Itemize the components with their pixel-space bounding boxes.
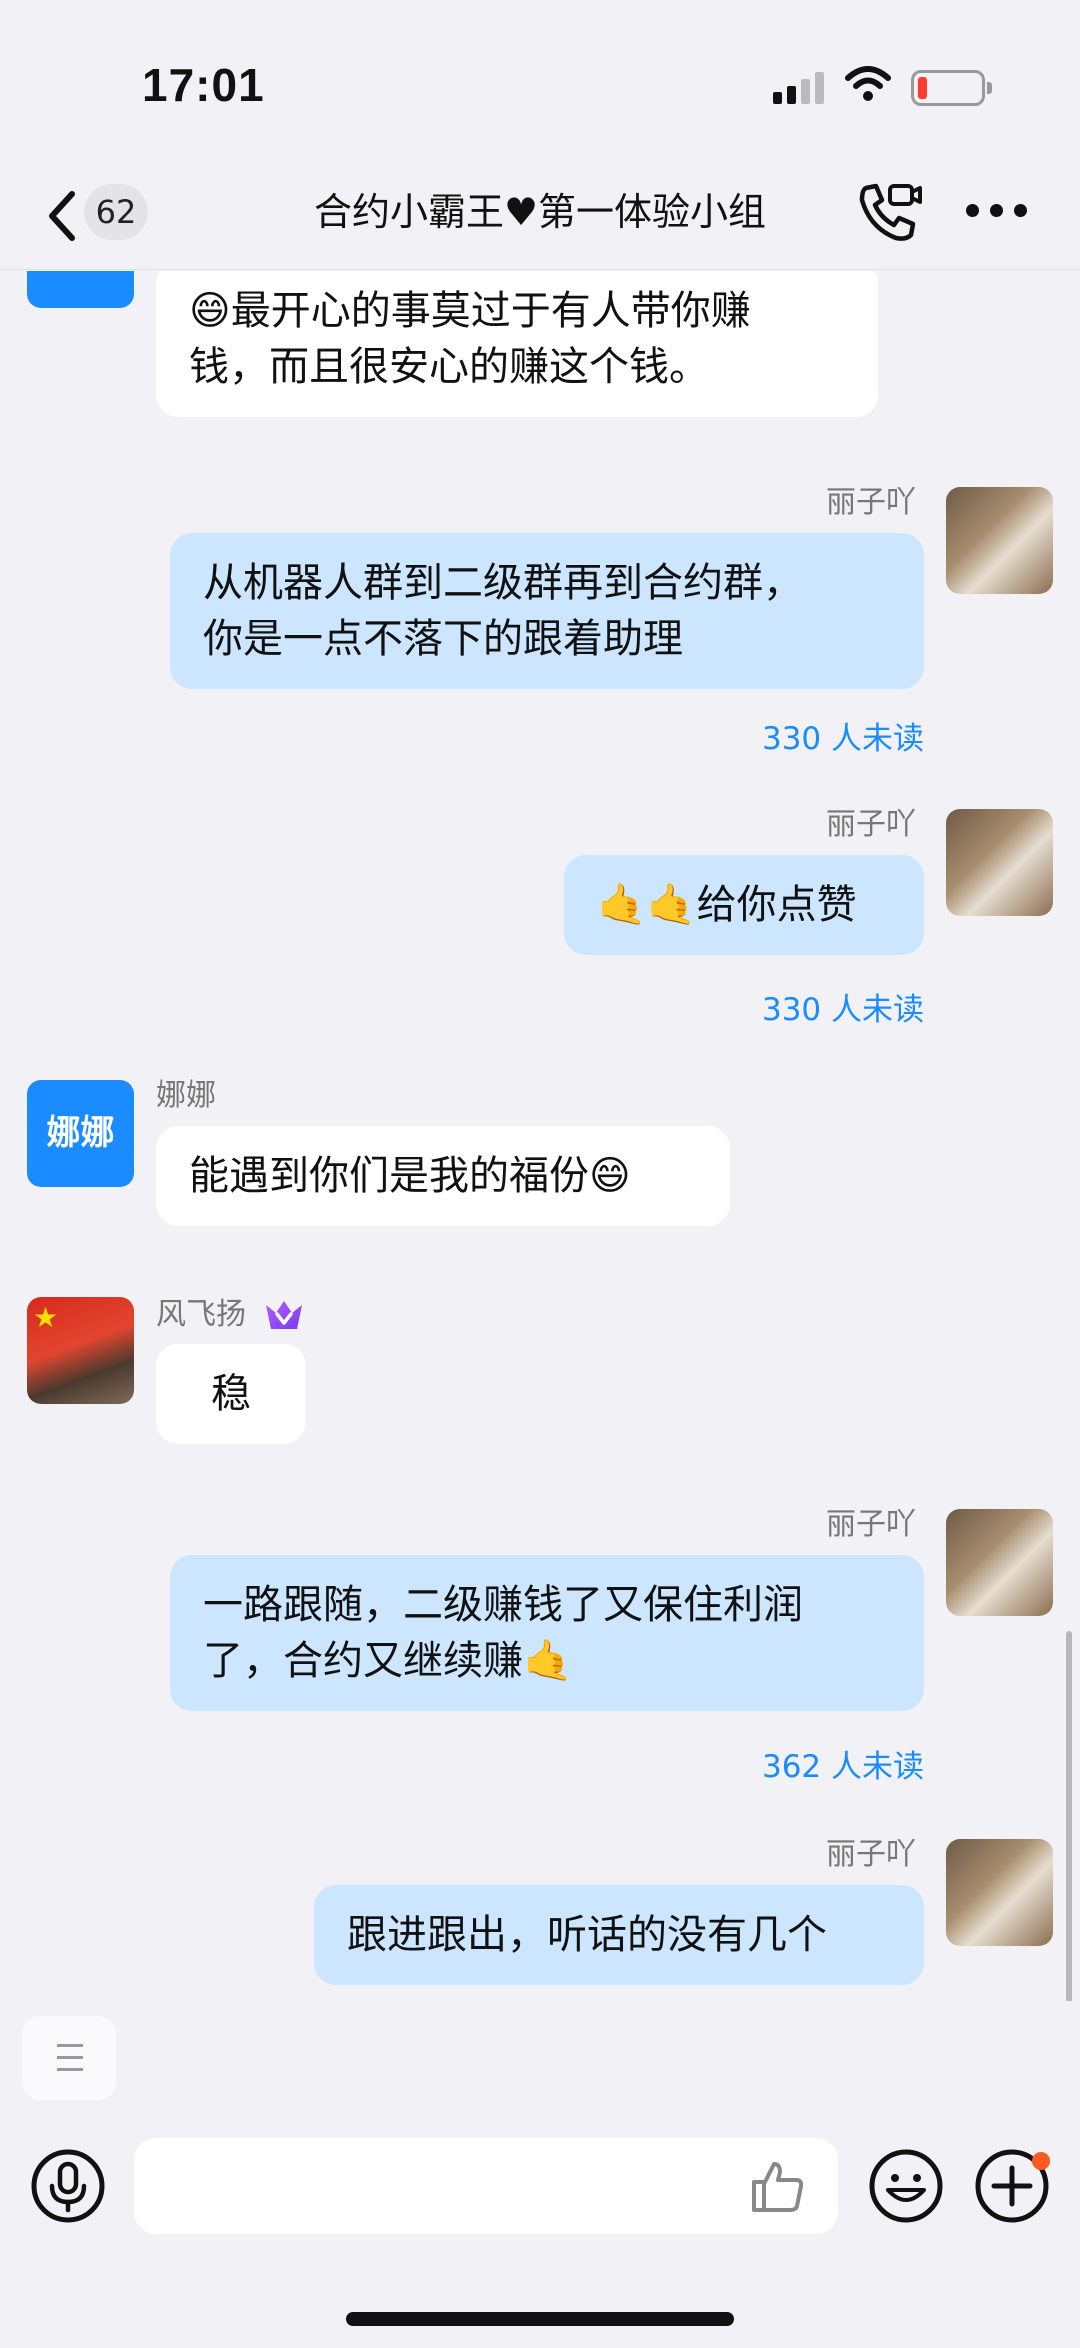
message-bubble[interactable]: 能遇到你们是我的福份😄 bbox=[156, 1126, 730, 1226]
message-input[interactable] bbox=[134, 2138, 838, 2234]
message-text: 了，合约又继续赚🤙 bbox=[203, 1638, 573, 1684]
message-text: 一路跟随，二级赚钱了又保住利润 bbox=[203, 1582, 803, 1628]
video-call-icon[interactable] bbox=[856, 180, 924, 244]
menu-icon[interactable] bbox=[22, 2016, 116, 2100]
avatar[interactable] bbox=[946, 1839, 1053, 1946]
avatar[interactable] bbox=[946, 1509, 1053, 1616]
emoji-icon[interactable] bbox=[868, 2148, 944, 2224]
avatar[interactable] bbox=[946, 487, 1053, 594]
wifi-icon bbox=[845, 66, 891, 101]
message-text: 稳 bbox=[211, 1371, 251, 1417]
message-bubble[interactable]: 从机器人群到二级群再到合约群， 你是一点不落下的跟着助理 bbox=[170, 533, 924, 689]
sender-name: 丽子吖 bbox=[826, 1837, 916, 1872]
input-bar bbox=[0, 2120, 1080, 2260]
battery-icon bbox=[911, 70, 992, 106]
read-status[interactable]: 330 人未读 bbox=[700, 719, 924, 759]
message-text: 从机器人群到二级群再到合约群， bbox=[203, 560, 803, 606]
voice-icon[interactable] bbox=[30, 2148, 106, 2224]
sender-name: 风飞扬 bbox=[156, 1297, 246, 1332]
message-bubble[interactable]: 🤙🤙给你点赞 bbox=[564, 855, 924, 955]
cellular-signal-icon bbox=[773, 70, 827, 104]
message-bubble[interactable]: 一路跟随，二级赚钱了又保住利润 了，合约又继续赚🤙 bbox=[170, 1555, 924, 1711]
notification-dot bbox=[1032, 2152, 1050, 2170]
message-bubble[interactable]: 跟进跟出，听话的没有几个 bbox=[314, 1885, 924, 1985]
avatar[interactable]: ★ bbox=[27, 1297, 134, 1404]
avatar[interactable]: 娜娜 bbox=[27, 1080, 134, 1187]
message-bubble[interactable]: 😄最开心的事莫过于有人带你赚 钱，而且很安心的赚这个钱。 bbox=[156, 271, 878, 417]
vip-crown-icon bbox=[266, 1301, 302, 1329]
flag-star-icon: ★ bbox=[33, 1301, 59, 1334]
sender-name: 娜娜 bbox=[156, 1078, 216, 1113]
sender-name: 丽子吖 bbox=[826, 485, 916, 520]
message-text: 钱，而且很安心的赚这个钱。 bbox=[189, 344, 709, 390]
home-indicator[interactable] bbox=[346, 2312, 734, 2326]
message-text: 🤙🤙给你点赞 bbox=[597, 882, 857, 928]
status-bar: 17:01 bbox=[0, 0, 1080, 170]
avatar[interactable]: 娜娜 bbox=[27, 271, 134, 308]
chat-header: 62 合约小霸王♥第一体验小组 bbox=[0, 170, 1080, 270]
message-text: 😄最开心的事莫过于有人带你赚 bbox=[189, 288, 751, 334]
message-text: 能遇到你们是我的福份😄 bbox=[189, 1153, 631, 1199]
status-time: 17:01 bbox=[142, 59, 265, 111]
avatar[interactable] bbox=[946, 809, 1053, 916]
message-bubble[interactable]: 稳 bbox=[156, 1344, 306, 1444]
sender-name: 丽子吖 bbox=[826, 807, 916, 842]
message-text: 你是一点不落下的跟着助理 bbox=[203, 616, 683, 662]
message-list[interactable]: 娜娜 😄最开心的事莫过于有人带你赚 钱，而且很安心的赚这个钱。 丽子吖 从机器人… bbox=[0, 271, 1080, 2001]
sender-name: 丽子吖 bbox=[826, 1507, 916, 1542]
message-text: 跟进跟出，听话的没有几个 bbox=[347, 1912, 827, 1958]
scrollbar[interactable] bbox=[1066, 1631, 1072, 2001]
read-status[interactable]: 362 人未读 bbox=[700, 1747, 924, 1787]
read-status[interactable]: 330 人未读 bbox=[700, 990, 924, 1030]
thumbs-up-icon[interactable] bbox=[748, 2156, 808, 2216]
more-icon[interactable] bbox=[966, 204, 1028, 220]
